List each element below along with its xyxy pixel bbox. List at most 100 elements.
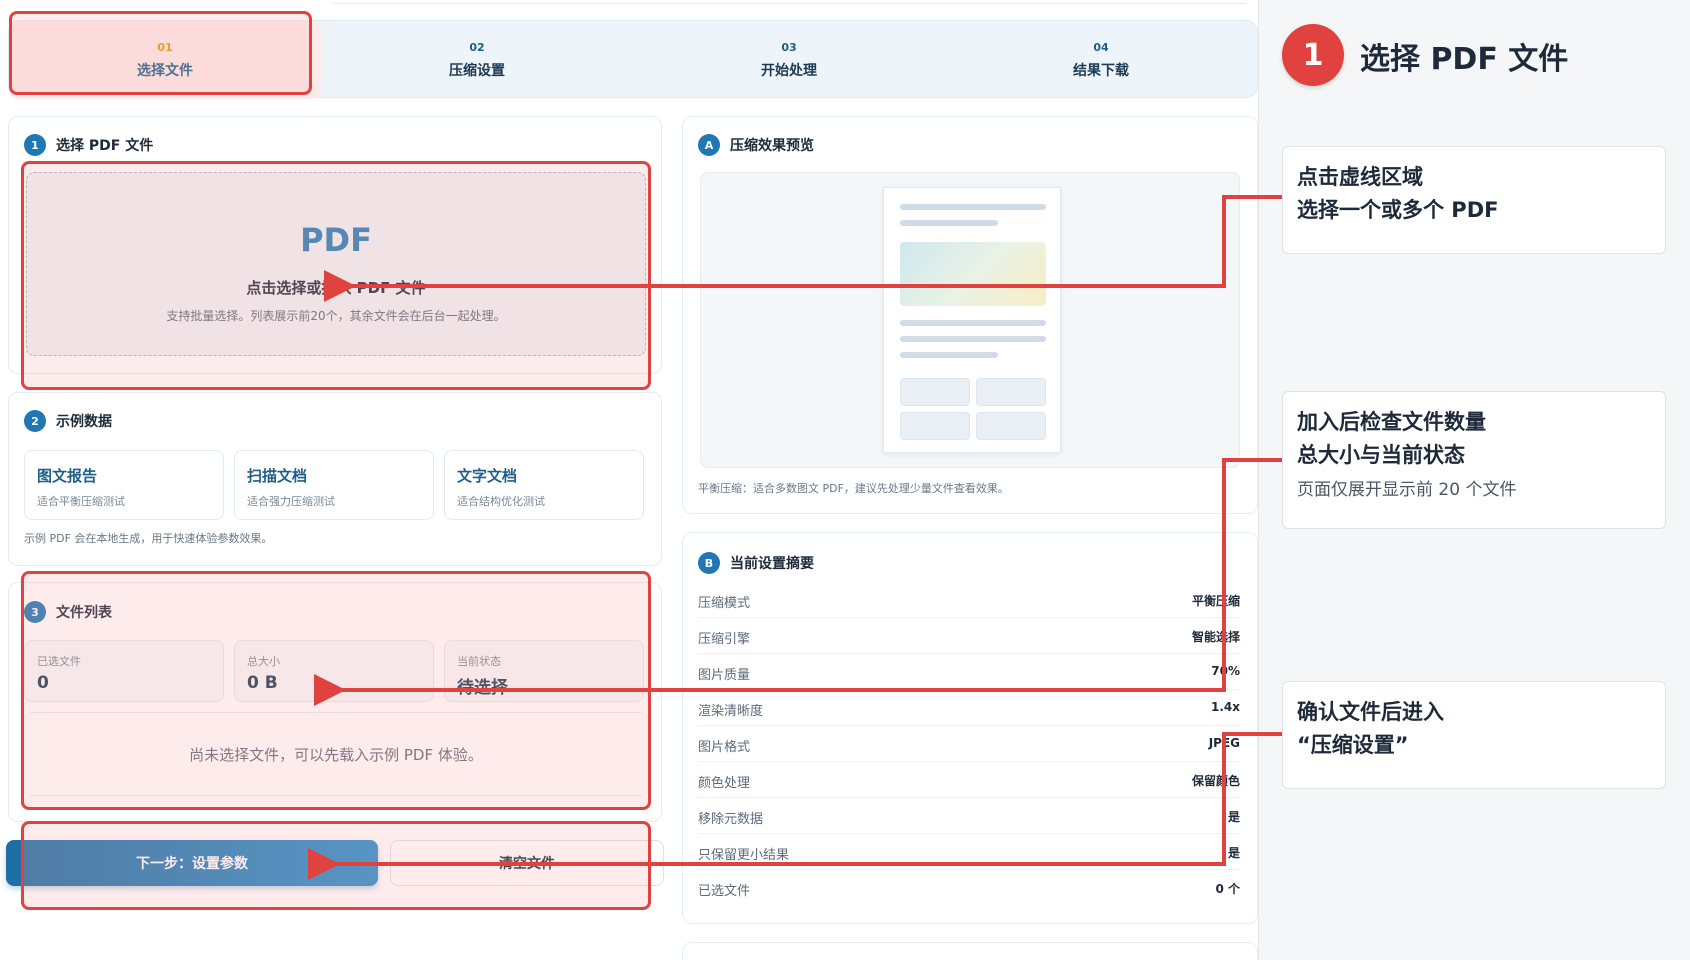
step-start-processing[interactable]: 03 开始处理 [633,21,945,99]
note-line: 选择一个或多个 PDF [1297,198,1499,222]
summary-row-quality: 图片质量 70% [698,654,1240,690]
step-number: 01 [157,40,173,54]
sample-title: 扫描文档 [247,467,308,485]
sample-desc: 适合结构优化测试 [457,495,545,508]
sample-title: 图文报告 [37,467,98,485]
stat-label: 总大小 [247,655,280,668]
dropzone-sub-text: 支持批量选择。列表展示前20个，其余文件会在后台一起处理。 [166,309,506,323]
summary-value: 是 [1227,810,1240,824]
summary-key: 移除元数据 [698,812,764,827]
stat-value: 待选择 [457,678,508,698]
stat-value: 0 [37,673,49,693]
summary-key: 压缩模式 [698,596,751,611]
step-badge: B [698,552,720,574]
stat-label: 当前状态 [457,655,501,668]
file-list-empty-state: 尚未选择文件，可以先载入示例 PDF 体验。 [30,712,642,796]
stat-value: 0 B [247,673,278,693]
sample-desc: 适合强力压缩测试 [247,495,335,508]
summary-key: 图片质量 [698,668,751,683]
summary-row-format: 图片格式 JPEG [698,726,1240,762]
samples-card-title: 2 示例数据 [24,410,112,432]
samples-title: 示例数据 [56,414,112,430]
upload-title: 选择 PDF 文件 [56,138,154,154]
summary-value: 是 [1227,846,1240,860]
image-placeholder [900,242,1046,306]
note-line: 总大小与当前状态 [1297,443,1465,467]
annotation-note-dropzone: 点击虚线区域 选择一个或多个 PDF [1282,146,1666,254]
summary-key: 颜色处理 [698,776,751,791]
preview-note: 平衡压缩：适合多数图文 PDF，建议先处理少量文件查看效果。 [698,482,1009,495]
sample-graphic-report[interactable]: 图文报告 适合平衡压缩测试 [24,450,224,520]
preview-area [700,172,1240,468]
step-number: 04 [1093,40,1109,54]
annotation-step-number: 1 [1282,24,1344,86]
app-area: 01 选择文件 02 压缩设置 03 开始处理 04 结果下载 1 选择 PDF… [0,0,1258,960]
step-label: 开始处理 [761,62,817,79]
next-card-edge [682,942,1258,960]
file-list-title: 文件列表 [56,605,112,621]
preview-title: 压缩效果预览 [730,138,814,154]
next-step-button[interactable]: 下一步：设置参数 [6,840,378,886]
note-line: 点击虚线区域 [1297,165,1423,189]
clear-files-button[interactable]: 清空文件 [390,840,664,886]
sample-desc: 适合平衡压缩测试 [37,495,125,508]
sample-text-doc[interactable]: 文字文档 适合结构优化测试 [444,450,644,520]
step-label: 选择文件 [137,62,193,79]
sample-title: 文字文档 [457,467,518,485]
summary-value: 70% [1211,664,1240,678]
summary-row-resolution: 渲染清晰度 1.4x [698,690,1240,726]
summary-key: 渲染清晰度 [698,704,764,719]
upload-card-title: 1 选择 PDF 文件 [24,134,153,156]
pdf-dropzone[interactable]: PDF 点击选择或拖入 PDF 文件 支持批量选择。列表展示前20个，其余文件会… [26,172,646,356]
stat-current-status: 当前状态 待选择 [444,640,644,702]
sample-scanned-doc[interactable]: 扫描文档 适合强力压缩测试 [234,450,434,520]
summary-value: JPEG [1208,736,1240,750]
summary-title: 当前设置摘要 [730,556,814,572]
step-select-files[interactable]: 01 选择文件 [9,21,321,99]
summary-card-title: B 当前设置摘要 [698,552,814,574]
summary-value: 平衡压缩 [1191,594,1240,608]
summary-row-mode: 压缩模式 平衡压缩 [698,582,1240,618]
summary-value: 0 个 [1215,882,1240,896]
summary-row-metadata: 移除元数据 是 [698,798,1240,834]
step-badge: 3 [24,601,46,623]
step-number: 02 [469,40,485,54]
preview-card-title: A 压缩效果预览 [698,134,814,156]
summary-key: 图片格式 [698,740,751,755]
stepper: 01 选择文件 02 压缩设置 03 开始处理 04 结果下载 [8,20,1258,99]
summary-row-smaller-only: 只保留更小结果 是 [698,834,1240,870]
step-label: 结果下载 [1073,62,1129,79]
summary-row-color: 颜色处理 保留颜色 [698,762,1240,798]
dropzone-main-text: 点击选择或拖入 PDF 文件 [246,279,426,297]
note-line: 页面仅展开显示前 20 个文件 [1297,480,1517,500]
stat-selected-files: 已选文件 0 [24,640,224,702]
top-card-edge [330,0,1248,4]
summary-key: 已选文件 [698,884,751,899]
step-badge: 1 [24,134,46,156]
summary-row-engine: 压缩引擎 智能选择 [698,618,1240,654]
step-compress-settings[interactable]: 02 压缩设置 [321,21,633,99]
stat-total-size: 总大小 0 B [234,640,434,702]
annotation-title: 选择 PDF 文件 [1360,42,1569,77]
document-preview-thumbnail [883,187,1061,453]
summary-value: 1.4x [1211,700,1240,714]
note-line: 确认文件后进入 [1297,700,1444,724]
samples-note: 示例 PDF 会在本地生成，用于快速体验参数效果。 [24,532,273,545]
summary-key: 压缩引擎 [698,632,751,647]
file-list-card-title: 3 文件列表 [24,601,112,623]
step-badge: A [698,134,720,156]
summary-key: 只保留更小结果 [698,848,790,863]
step-badge: 2 [24,410,46,432]
step-number: 03 [781,40,797,54]
annotation-note-file-list: 加入后检查文件数量 总大小与当前状态 页面仅展开显示前 20 个文件 [1282,391,1666,529]
stat-label: 已选文件 [37,655,81,668]
step-download-results[interactable]: 04 结果下载 [945,21,1257,99]
note-line: 加入后检查文件数量 [1297,410,1486,434]
annotation-note-next-step: 确认文件后进入 “压缩设置” [1282,681,1666,789]
pdf-icon: PDF [300,221,372,259]
summary-row-selected-files: 已选文件 0 个 [698,870,1240,906]
summary-value: 智能选择 [1191,630,1240,644]
note-line: “压缩设置” [1297,733,1409,757]
step-label: 压缩设置 [449,62,505,79]
summary-value: 保留颜色 [1191,774,1240,788]
